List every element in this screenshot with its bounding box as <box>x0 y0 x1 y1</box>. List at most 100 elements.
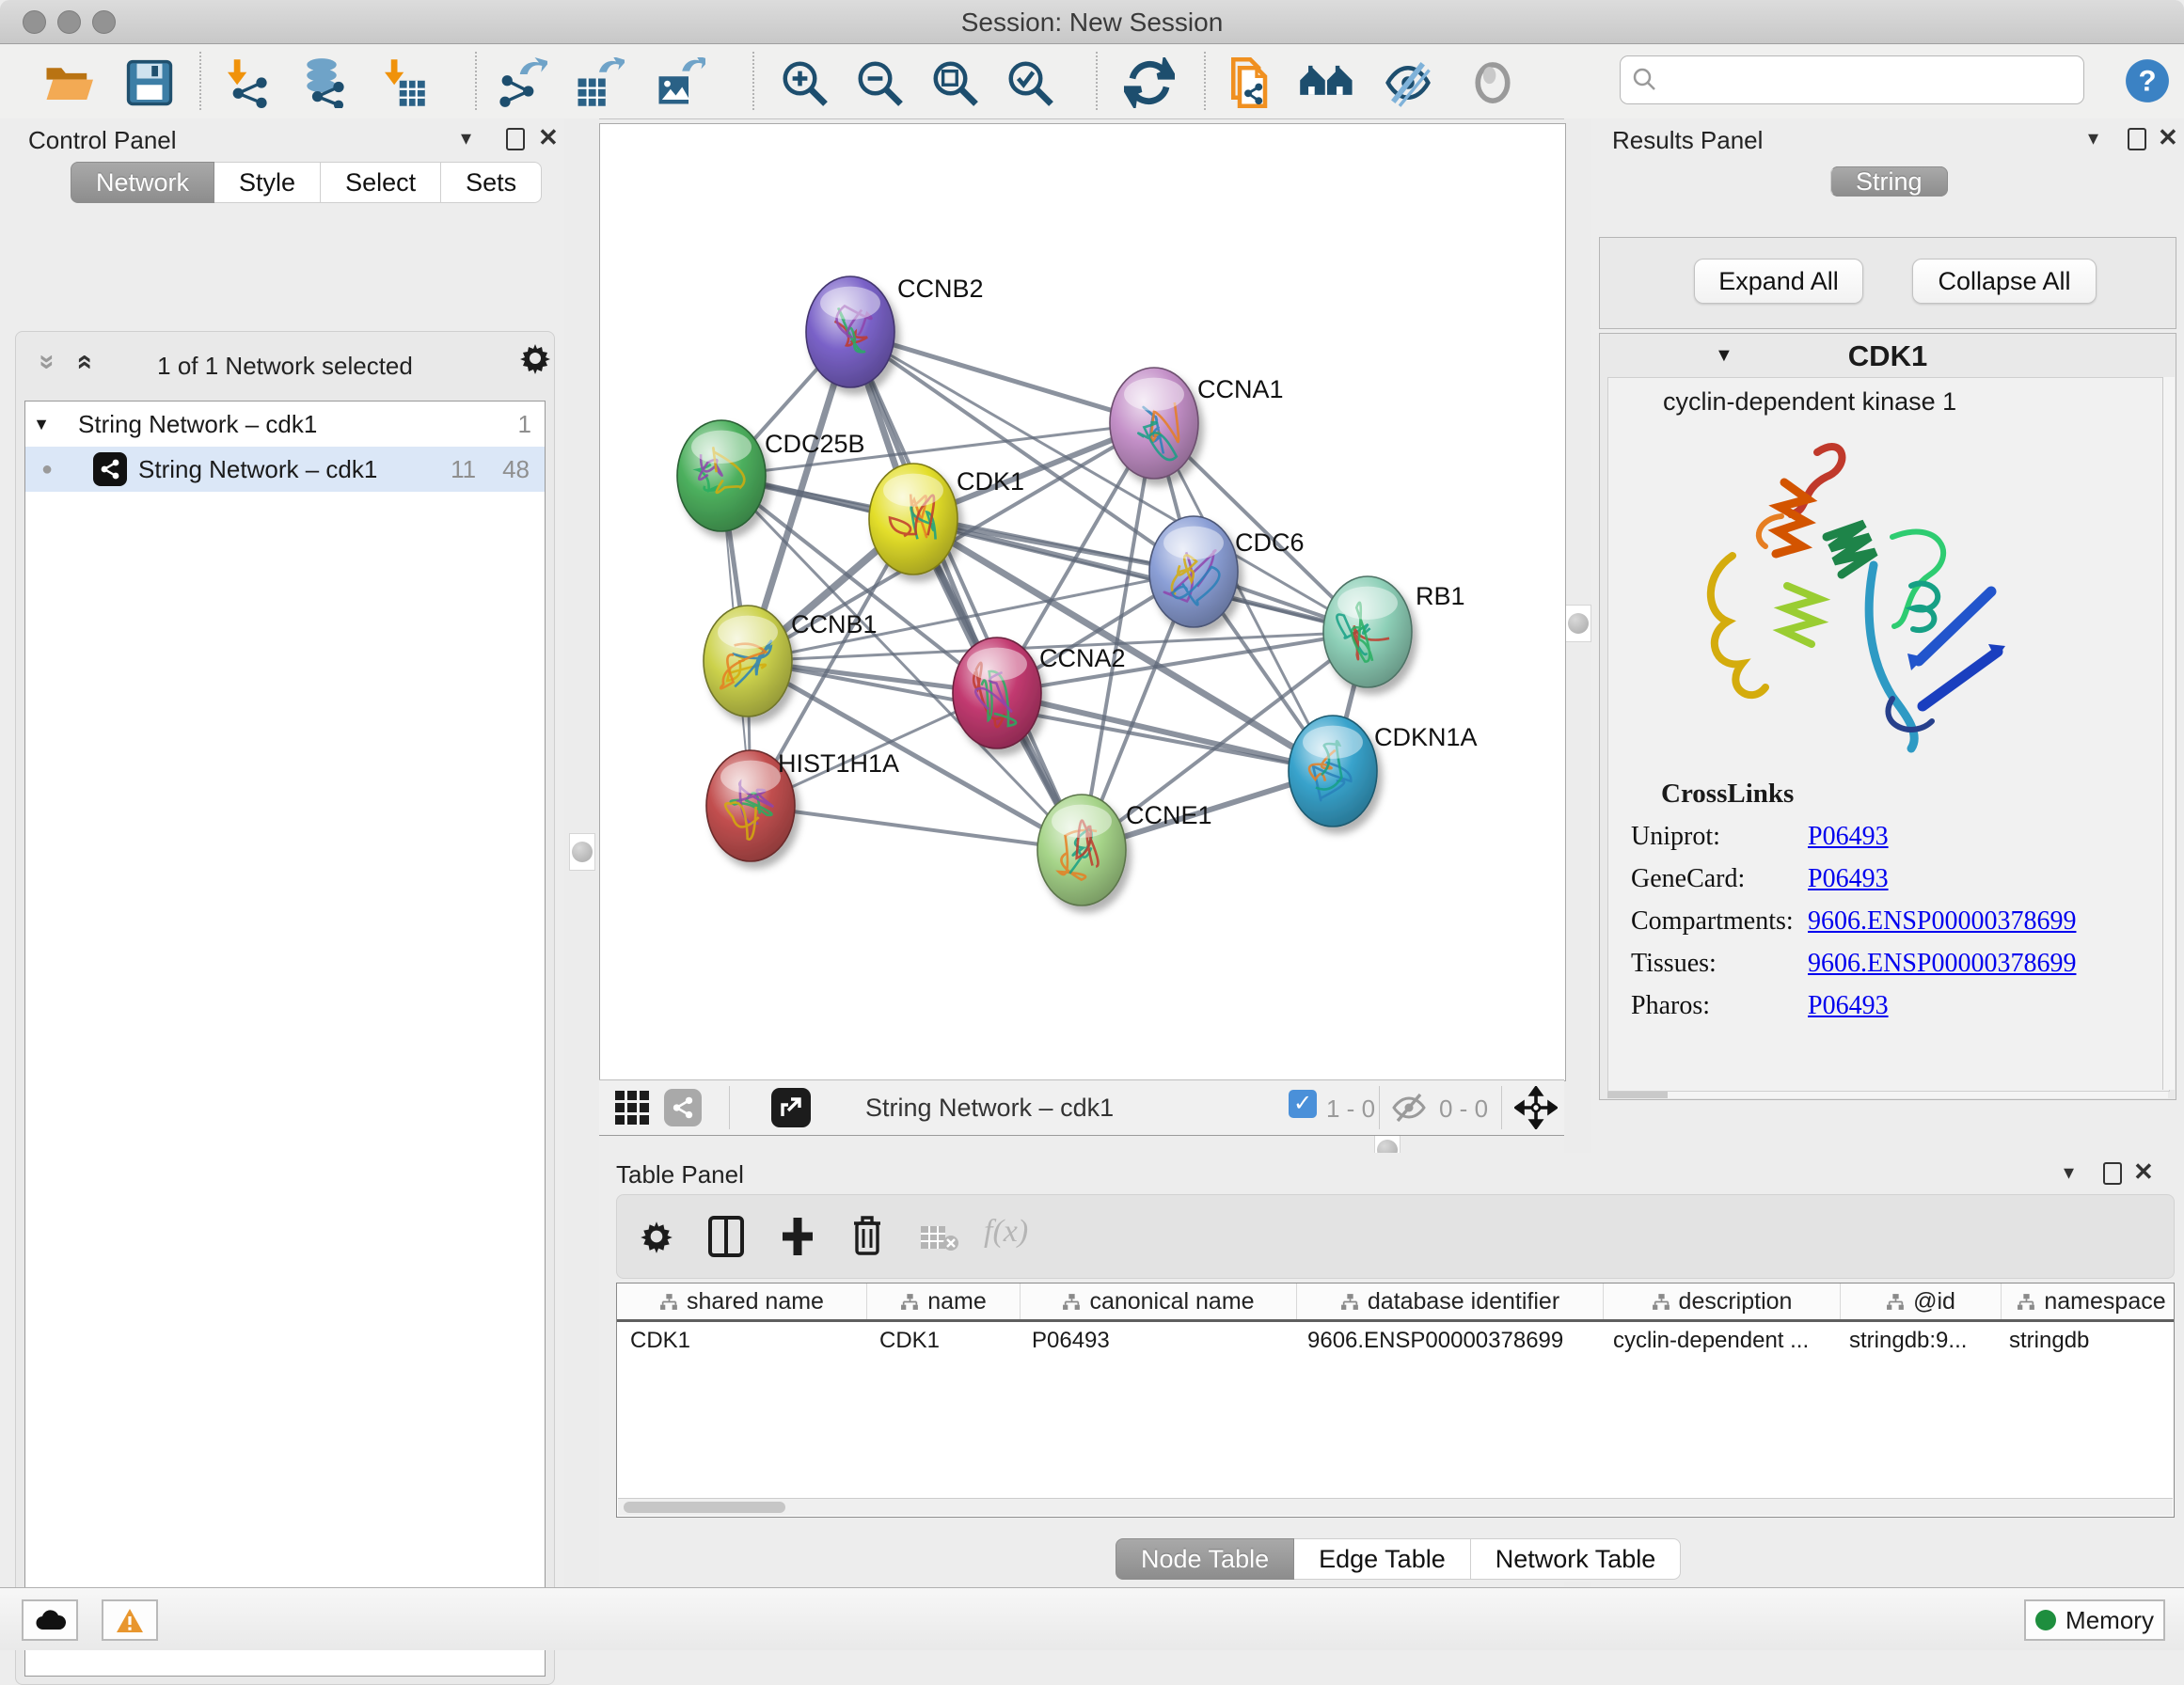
node-RB1[interactable] <box>1323 576 1412 687</box>
gear-icon[interactable] <box>517 340 553 381</box>
hide-panel-icon[interactable] <box>1383 57 1433 108</box>
control-panel-float-icon[interactable] <box>506 128 525 150</box>
tab-sets[interactable]: Sets <box>441 162 542 203</box>
table-gear-icon[interactable] <box>638 1218 675 1260</box>
table-row[interactable]: CDK1CDK1P064939606.ENSP00000378699cyclin… <box>617 1322 2174 1360</box>
zoom-in-icon[interactable] <box>779 57 830 108</box>
tab-node-table[interactable]: Node Table <box>1116 1538 1294 1580</box>
results-vertical-scrollbar[interactable] <box>2162 377 2175 1090</box>
warning-button[interactable] <box>102 1599 158 1641</box>
results-panel-float-icon[interactable] <box>2128 128 2146 150</box>
column-header-name[interactable]: name <box>867 1283 1021 1319</box>
save-session-icon[interactable] <box>124 57 175 108</box>
export-image-icon[interactable] <box>655 57 705 108</box>
network-canvas[interactable]: CCNB2CCNA1CDC25BCDK1CDC6RB1CCNB1CCNA2CDK… <box>599 123 1566 1081</box>
edge-CCNB2-CCNA1[interactable] <box>850 332 1154 423</box>
help-icon[interactable]: ? <box>2124 57 2171 104</box>
delete-column-icon[interactable] <box>850 1214 884 1262</box>
table-panel-float-icon[interactable] <box>2103 1162 2122 1185</box>
results-horizontal-scrollbar[interactable] <box>1607 1092 2168 1098</box>
crosslink-link[interactable]: P06493 <box>1808 864 1889 893</box>
tab-select[interactable]: Select <box>321 162 441 203</box>
table-cell[interactable]: P06493 <box>1019 1328 1294 1354</box>
import-from-database-icon[interactable] <box>296 57 347 108</box>
table-cell[interactable]: cyclin-dependent ... <box>1600 1328 1836 1354</box>
network-share-icon[interactable] <box>664 1089 702 1126</box>
column-header-namespace[interactable]: namespace <box>2002 1283 2175 1319</box>
node-table[interactable]: shared namenamecanonical namedatabase id… <box>616 1283 2175 1518</box>
hidden-eye-slash-icon[interactable] <box>1390 1093 1428 1127</box>
tab-edge-table[interactable]: Edge Table <box>1294 1538 1471 1580</box>
network-row-selected[interactable]: ● String Network – cdk1 11 48 <box>25 447 545 492</box>
network-graph[interactable]: CCNB2CCNA1CDC25BCDK1CDC6RB1CCNB1CCNA2CDK… <box>600 124 1563 1079</box>
main-toolbar: ? <box>0 44 2184 119</box>
column-header-@id[interactable]: @id <box>1841 1283 2002 1319</box>
disclosure-triangle-icon[interactable]: ▼ <box>25 415 57 434</box>
results-panel-menu-icon[interactable]: ▾ <box>2088 126 2098 150</box>
tab-style[interactable]: Style <box>214 162 321 203</box>
tab-network[interactable]: Network <box>71 162 214 203</box>
table-horizontal-scrollbar[interactable] <box>618 1498 2173 1516</box>
crosslink-link[interactable]: P06493 <box>1808 822 1889 851</box>
column-header-description[interactable]: description <box>1604 1283 1841 1319</box>
open-session-icon[interactable] <box>42 57 93 108</box>
table-cell[interactable]: 9606.ENSP00000378699 <box>1294 1328 1600 1354</box>
collapse-all-button[interactable]: Collapse All <box>1912 259 2097 304</box>
table-panel-close-icon[interactable]: ✕ <box>2133 1157 2154 1187</box>
zoom-fit-icon[interactable] <box>929 57 980 108</box>
birds-eye-pan-icon[interactable] <box>1514 1086 1558 1134</box>
svg-text:?: ? <box>2138 64 2156 97</box>
network-tab-content: » » 1 of 1 Network selected ▼ String Net… <box>15 331 555 1685</box>
search-icon <box>1632 67 1658 93</box>
import-network-icon[interactable] <box>219 57 270 108</box>
edge-CCNA2-CDKN1A[interactable] <box>997 693 1333 771</box>
node-CDKN1A[interactable] <box>1289 716 1377 827</box>
table-cell[interactable]: stringdb:9... <box>1836 1328 1996 1354</box>
zoom-selected-icon[interactable] <box>1005 57 1055 108</box>
crosslink-link[interactable]: 9606.ENSP00000378699 <box>1808 906 2076 936</box>
column-header-canonical-name[interactable]: canonical name <box>1021 1283 1297 1319</box>
open-in-new-window-icon[interactable] <box>771 1088 811 1127</box>
table-cell[interactable]: CDK1 <box>617 1328 866 1354</box>
control-panel-close-icon[interactable]: ✕ <box>538 123 559 152</box>
edge-HIST1H1A-CCNE1[interactable] <box>751 806 1082 850</box>
columns-icon[interactable] <box>707 1216 745 1262</box>
table-panel-menu-icon[interactable]: ▾ <box>2064 1160 2074 1185</box>
crosslink-link[interactable]: 9606.ENSP00000378699 <box>1808 949 2076 978</box>
clone-network-icon[interactable] <box>1223 57 1274 108</box>
cloud-button[interactable] <box>22 1599 78 1641</box>
grid-view-icon[interactable] <box>613 1089 651 1131</box>
search-input[interactable] <box>1620 55 2084 104</box>
right-splitter-handle[interactable] <box>1565 605 1591 642</box>
import-table-icon[interactable] <box>376 57 427 108</box>
table-cell[interactable]: stringdb <box>1996 1328 2175 1354</box>
home-icon[interactable] <box>1298 57 1356 108</box>
tab-network-table[interactable]: Network Table <box>1471 1538 1682 1580</box>
tab-string[interactable]: String <box>1830 162 1948 201</box>
results-panel-close-icon[interactable]: ✕ <box>2158 123 2178 152</box>
node-CDC25B[interactable] <box>677 420 766 531</box>
node-CCNE1[interactable] <box>1037 795 1126 905</box>
column-header-database-identifier[interactable]: database identifier <box>1297 1283 1604 1319</box>
node-CCNA2[interactable] <box>953 638 1041 748</box>
left-splitter-handle[interactable] <box>569 833 595 871</box>
node-CDC6[interactable] <box>1149 516 1238 627</box>
crosslink-link[interactable]: P06493 <box>1808 991 1889 1020</box>
column-header-shared-name[interactable]: shared name <box>617 1283 867 1319</box>
memory-button[interactable]: Memory <box>2024 1599 2165 1641</box>
selected-checkbox-icon[interactable]: ✓ <box>1289 1090 1317 1118</box>
expand-all-button[interactable]: Expand All <box>1694 259 1863 304</box>
zoom-out-icon[interactable] <box>854 57 905 108</box>
table-cell[interactable]: CDK1 <box>866 1328 1019 1354</box>
node-CCNB1[interactable] <box>704 606 792 717</box>
export-network-icon[interactable] <box>497 57 547 108</box>
refresh-icon[interactable] <box>1124 57 1175 108</box>
node-CDK1[interactable] <box>869 464 957 575</box>
show-panel-icon[interactable] <box>1467 57 1518 108</box>
node-CCNB2[interactable] <box>806 276 894 387</box>
add-column-icon[interactable] <box>779 1216 816 1262</box>
control-panel-menu-icon[interactable]: ▾ <box>461 126 471 150</box>
node-CCNA1[interactable] <box>1110 368 1198 479</box>
export-table-icon[interactable] <box>574 57 625 108</box>
network-collection-row[interactable]: ▼ String Network – cdk1 1 <box>25 402 545 447</box>
